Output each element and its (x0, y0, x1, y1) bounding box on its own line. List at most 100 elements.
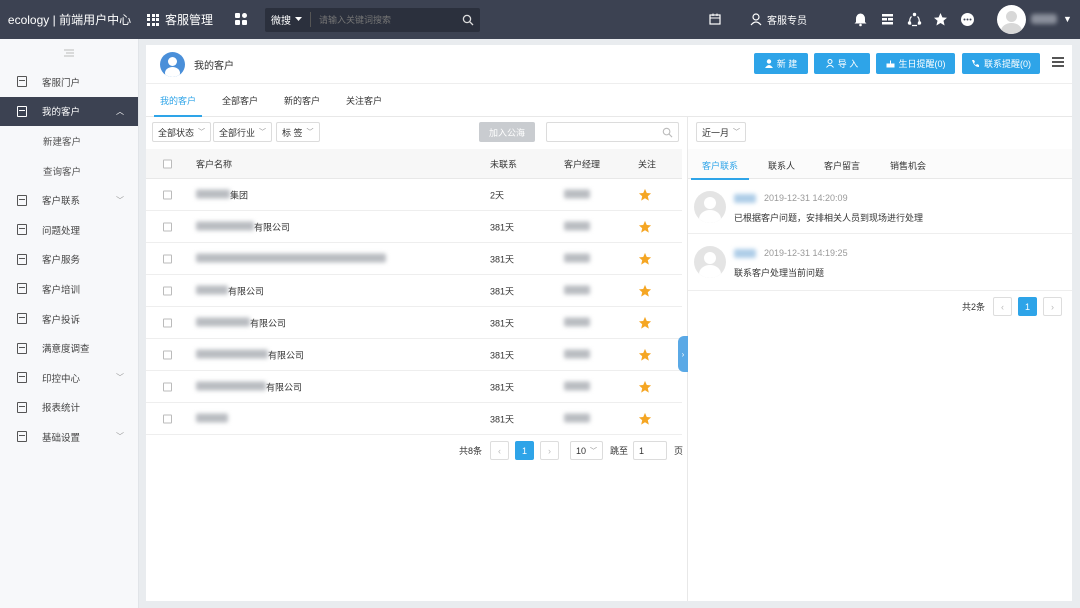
star-icon[interactable] (638, 220, 652, 234)
cake-icon (886, 60, 894, 67)
bell-icon[interactable] (853, 12, 868, 27)
row-checkbox[interactable] (163, 318, 172, 327)
sidebar-item-service-portal[interactable]: 客服门户 (0, 67, 138, 97)
sidebar-collapse-toggle[interactable] (0, 39, 138, 67)
calendar-icon[interactable] (709, 13, 721, 25)
new-button[interactable]: 新 建 (754, 53, 808, 74)
star-icon[interactable] (638, 284, 652, 298)
panel-toggle-handle[interactable]: › (678, 336, 688, 372)
row-checkbox[interactable] (163, 254, 172, 263)
customer-name-link[interactable]: 有限公司 (196, 348, 304, 361)
customer-name-link[interactable]: 集团 (196, 188, 248, 201)
sidebar-item-my-customers[interactable]: 我的客户 ︿ (0, 96, 138, 127)
sidebar-item-customer-contact[interactable]: 客户联系 ﹀ (0, 185, 138, 215)
sidebar-subitem-query-customer[interactable]: 查询客户 (0, 156, 138, 186)
sidebar-item-customer-complaint[interactable]: 客户投诉 (0, 304, 138, 334)
table-row[interactable]: 有限公司 381天 (146, 307, 682, 339)
search-icon[interactable] (662, 127, 673, 138)
more-list-icon[interactable] (1052, 57, 1064, 67)
prev-page-button[interactable]: ‹ (490, 441, 510, 460)
status-filter[interactable]: 全部状态 ﹀ (152, 122, 212, 142)
table-row[interactable]: 381天 (146, 243, 682, 275)
user-role-menu[interactable]: 客服专员 (750, 12, 807, 27)
contact-reminder-button[interactable]: 联系提醒(0) (962, 53, 1040, 74)
goto-page-input[interactable]: 1 (633, 441, 668, 460)
star-icon[interactable] (638, 188, 652, 202)
select-all-checkbox[interactable] (163, 159, 172, 168)
tab-new-customers[interactable]: 新的客户 (284, 94, 320, 107)
header-name[interactable]: 客户名称 (196, 157, 232, 170)
header-manager[interactable]: 客户经理 (564, 157, 600, 170)
sidebar-item-issue-handling[interactable]: 问题处理 (0, 215, 138, 245)
table-row[interactable]: 有限公司 381天 (146, 275, 682, 307)
prev-page-button[interactable]: ‹ (993, 297, 1013, 316)
user-menu-caret-icon[interactable]: ▼ (1063, 14, 1072, 24)
grid-list-icon[interactable] (880, 12, 895, 27)
star-favorites-icon[interactable] (933, 12, 948, 27)
row-checkbox[interactable] (163, 414, 172, 423)
tab-sales-opportunities[interactable]: 销售机会 (890, 159, 926, 172)
phone-icon (972, 60, 979, 67)
customer-name-link[interactable]: 有限公司 (196, 380, 302, 393)
tab-customer-contact[interactable]: 客户联系 (690, 159, 750, 180)
page-number-button[interactable]: 1 (515, 441, 535, 460)
sidebar-item-reports[interactable]: 报表统计 (0, 393, 138, 423)
app-switcher[interactable]: 客服管理 (147, 11, 213, 28)
table-row[interactable]: 381天 (146, 403, 682, 435)
share-network-icon[interactable] (907, 12, 922, 27)
redacted-text (196, 253, 386, 262)
user-avatar[interactable] (997, 5, 1026, 34)
search-icon[interactable] (462, 14, 474, 26)
table-row[interactable]: 集团 2天 (146, 179, 682, 211)
table-row[interactable]: 有限公司 381天 (146, 211, 682, 243)
sidebar-item-customer-training[interactable]: 客户培训 (0, 274, 138, 304)
customer-name-link[interactable]: 有限公司 (196, 220, 290, 233)
page-size-select[interactable]: 10 ﹀ (570, 441, 604, 460)
star-icon[interactable] (638, 412, 652, 426)
tab-customer-messages[interactable]: 客户留言 (824, 159, 860, 172)
brand-title[interactable]: ecology | 前端用户中心 (0, 0, 139, 39)
star-icon[interactable] (638, 348, 652, 362)
star-icon[interactable] (638, 252, 652, 266)
user-name-blurred[interactable] (1031, 14, 1057, 24)
customer-name-link[interactable] (196, 413, 228, 424)
sidebar-item-customer-service[interactable]: 客户服务 (0, 245, 138, 275)
more-chat-icon[interactable] (960, 12, 975, 27)
tab-my-customers[interactable]: 我的客户 (153, 94, 203, 117)
birthday-reminder-button[interactable]: 生日提醒(0) (876, 53, 955, 74)
next-page-button[interactable]: › (540, 441, 560, 460)
customer-name-link[interactable]: 有限公司 (196, 284, 264, 297)
industry-filter[interactable]: 全部行业 ﹀ (213, 122, 273, 142)
sidebar-item-basic-settings[interactable]: 基础设置 ﹀ (0, 422, 138, 452)
tab-all-customers[interactable]: 全部客户 (222, 94, 258, 107)
period-filter[interactable]: 近一月 ﹀ (696, 122, 747, 142)
sidebar-subitem-new-customer[interactable]: 新建客户 (0, 126, 138, 156)
next-page-button[interactable]: › (1043, 297, 1063, 316)
row-checkbox[interactable] (163, 350, 172, 359)
table-row[interactable]: 有限公司 381天 (146, 339, 682, 371)
import-button[interactable]: 导 入 (814, 53, 870, 74)
sidebar-item-seal-center[interactable]: 印控中心 ﹀ (0, 363, 138, 393)
search-input[interactable] (319, 14, 463, 25)
row-checkbox[interactable] (163, 190, 172, 199)
table-row[interactable]: 有限公司 381天 (146, 371, 682, 403)
row-checkbox[interactable] (163, 222, 172, 231)
customer-name-link[interactable]: 有限公司 (196, 316, 286, 329)
module-icon[interactable] (235, 12, 249, 27)
page-number-button[interactable]: 1 (1018, 297, 1038, 316)
tag-filter[interactable]: 标 签 ﹀ (276, 122, 320, 142)
tab-followed-customers[interactable]: 关注客户 (346, 94, 382, 107)
header-last-contact[interactable]: 未联系 (490, 157, 517, 170)
customer-name-link[interactable] (196, 253, 386, 264)
redacted-text (196, 349, 268, 358)
star-icon[interactable] (638, 380, 652, 394)
star-icon[interactable] (638, 316, 652, 330)
customer-search-input[interactable] (546, 122, 679, 142)
row-checkbox[interactable] (163, 286, 172, 295)
sidebar-item-satisfaction-survey[interactable]: 满意度调查 (0, 333, 138, 363)
menu-doc-icon (17, 401, 27, 413)
tab-contacts[interactable]: 联系人 (768, 159, 795, 172)
row-checkbox[interactable] (163, 382, 172, 391)
add-to-pool-button[interactable]: 加入公海 (479, 122, 535, 142)
search-scope-dropdown[interactable]: 微搜 (271, 12, 312, 27)
